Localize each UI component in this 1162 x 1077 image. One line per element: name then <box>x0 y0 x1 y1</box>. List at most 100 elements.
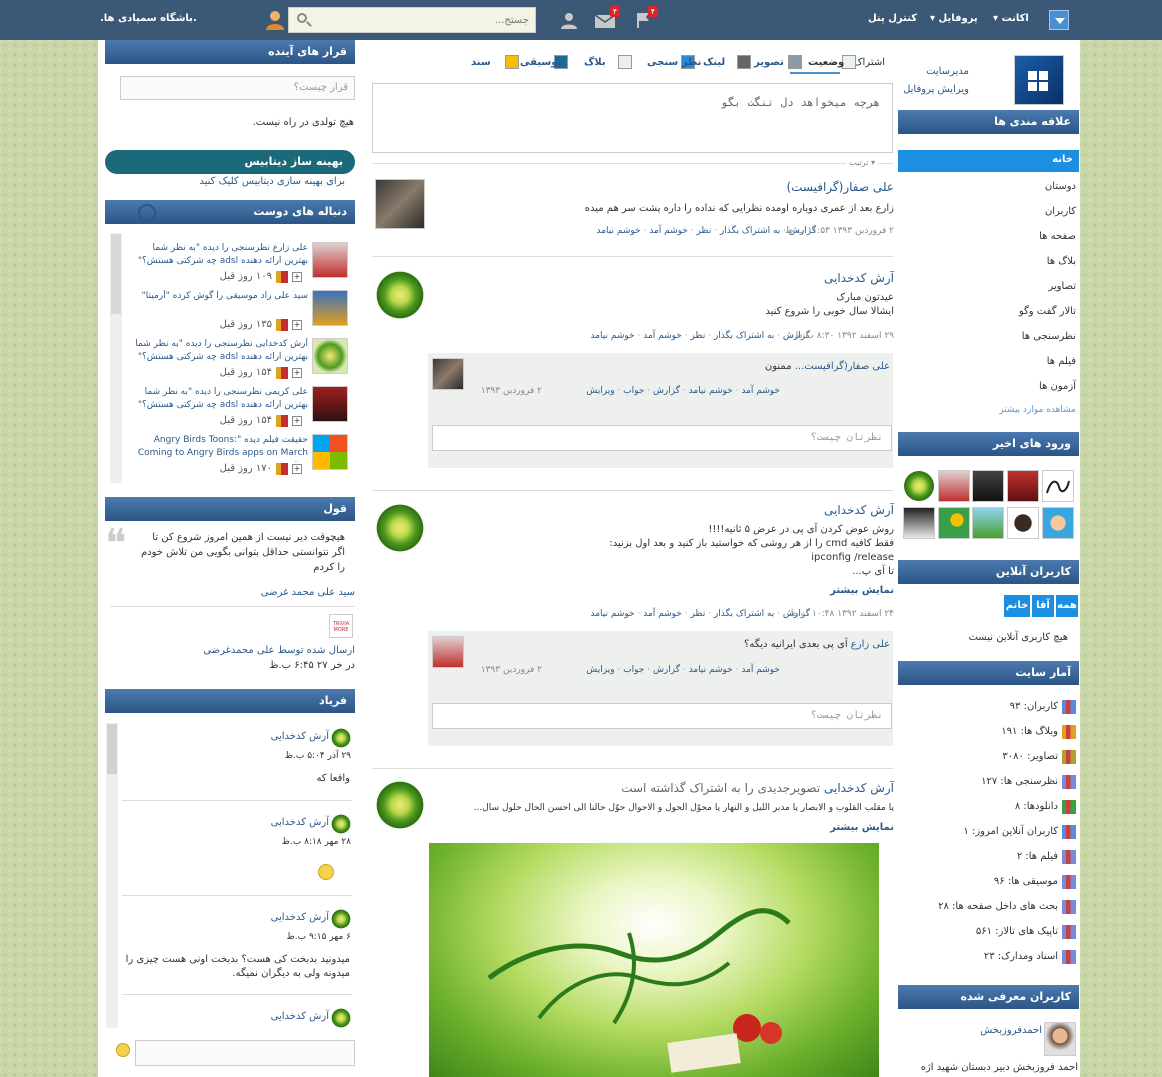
db-optimizer-button[interactable]: بهینه ساز دیتابیس <box>105 150 355 174</box>
friend-avatar[interactable] <box>312 386 348 422</box>
featured-user-avatar[interactable] <box>1044 1022 1076 1056</box>
blog-tab-icon[interactable] <box>618 55 632 69</box>
friend-activity-text[interactable]: علی زارع نظرسنجی را دیده "به نظر شما بهت… <box>130 242 308 268</box>
comment-author-name[interactable]: علی صفار(گرافیست... <box>795 361 890 372</box>
nav-friends[interactable]: دوستان <box>1045 181 1076 192</box>
comment-input[interactable]: نظرتان چیست؟ <box>432 425 892 451</box>
login-avatar-8[interactable] <box>972 507 1004 539</box>
notifications-flag-icon[interactable]: ۴ <box>632 6 658 30</box>
action-link[interactable]: جواب <box>623 665 644 675</box>
scrollbar-thumb[interactable] <box>111 234 121 314</box>
friend-requests-icon[interactable] <box>558 10 580 30</box>
quote-author-avatar[interactable]: TRIVIA MORE <box>329 614 353 638</box>
expand-button[interactable]: + <box>292 320 302 330</box>
friend-activity-text[interactable]: سید علی راد موسیقی را گوش کرده "آرمیتا" <box>130 290 308 303</box>
login-avatar-10[interactable] <box>903 507 935 539</box>
friend-avatar[interactable] <box>312 338 348 374</box>
action-link[interactable]: خوشم نیامد <box>591 331 635 341</box>
action-link[interactable]: خوشم آمد <box>643 609 682 619</box>
action-link[interactable]: خوشم نیامد <box>689 665 733 675</box>
profile-avatar[interactable] <box>1014 55 1064 105</box>
shout-scrollbar[interactable] <box>106 723 118 1028</box>
action-link[interactable]: خوشم نیامد <box>689 386 733 396</box>
gear-icon[interactable] <box>138 204 156 222</box>
online-tab-all[interactable]: همه <box>1056 595 1078 617</box>
expand-button[interactable]: + <box>292 464 302 474</box>
shout-author-avatar[interactable] <box>331 728 351 748</box>
action-link[interactable]: خوشم آمد <box>643 331 682 341</box>
post-image[interactable] <box>429 843 879 1077</box>
action-link[interactable]: ویرایش <box>586 665 614 675</box>
composer-tab-photo[interactable]: تصویر <box>754 57 784 68</box>
post-author-name[interactable]: آرش کدخدایی <box>824 781 894 795</box>
user-avatar-icon[interactable] <box>264 9 286 30</box>
composer-tab-doc[interactable]: سند <box>471 57 491 68</box>
messages-envelope-icon[interactable]: ۴ <box>594 6 620 30</box>
login-avatar-9[interactable] <box>938 507 970 539</box>
account-menu[interactable]: اکانت ▾ <box>993 13 1029 24</box>
action-link[interactable]: جواب <box>623 386 644 396</box>
featured-user-name[interactable]: احمدفروزبخش <box>980 1025 1042 1036</box>
quote-sent-by[interactable]: ارسال شده توسط علی محمدغرضی <box>203 645 355 656</box>
comment-input[interactable]: نظرتان چیست؟ <box>432 703 892 729</box>
post-author-avatar[interactable] <box>375 270 425 320</box>
action-link[interactable]: خوشم آمد <box>741 665 780 675</box>
search-input[interactable] <box>315 8 535 32</box>
friend-avatar[interactable] <box>312 434 348 470</box>
online-tab-male[interactable]: آقا <box>1032 595 1054 617</box>
composer-tab-status[interactable]: وضعیت <box>808 57 844 68</box>
login-avatar-2[interactable] <box>1007 470 1039 502</box>
post-author-avatar[interactable] <box>375 780 425 830</box>
action-link[interactable]: خوشم نیامد <box>597 226 641 236</box>
expand-button[interactable]: + <box>292 272 302 282</box>
friend-avatar[interactable] <box>312 290 348 326</box>
friend-activity-text[interactable]: حقیقت فیلم دیده ":Angry Birds Toons Comi… <box>130 434 308 462</box>
action-link[interactable]: خوشم نیامد <box>591 609 635 619</box>
shout-author-avatar[interactable] <box>331 909 351 929</box>
post-author-avatar[interactable] <box>375 179 425 229</box>
login-avatar-4[interactable] <box>938 470 970 502</box>
expand-button[interactable]: + <box>292 416 302 426</box>
online-tab-female[interactable]: خانم <box>1004 595 1030 617</box>
status-textarea[interactable]: هرچه میخواهد دل تنگت بگو <box>372 83 893 153</box>
action-link[interactable]: گزارش <box>653 386 680 396</box>
show-more-link[interactable]: نمایش بیشتر <box>830 822 894 833</box>
nav-videos[interactable]: فیلم ها <box>1047 356 1076 367</box>
expand-button[interactable]: + <box>292 368 302 378</box>
shout-author[interactable]: آرش کدخدایی <box>271 1011 329 1022</box>
control-panel-link[interactable]: کنترل پنل <box>868 13 917 24</box>
site-name[interactable]: .باشگاه سمپادی ها. <box>100 13 197 24</box>
composer-tab-link[interactable]: لینک <box>703 57 725 68</box>
composer-tab-music[interactable]: موسیقی <box>520 57 564 68</box>
comment-author-avatar[interactable] <box>432 358 464 390</box>
post-author-name[interactable]: علی صفار(گرافیست) <box>786 180 894 194</box>
post-author-name[interactable]: آرش کدخدایی <box>824 271 894 285</box>
friend-avatar[interactable] <box>312 242 348 278</box>
friend-activity-text[interactable]: علی کریمی نظرسنجی را دیده "به نظر شما به… <box>130 386 308 412</box>
show-more-link[interactable]: نمایش بیشتر <box>830 585 894 596</box>
shout-input[interactable] <box>135 1040 355 1066</box>
shout-author-avatar[interactable] <box>331 1008 351 1028</box>
post-author-avatar[interactable] <box>375 503 425 553</box>
search-box[interactable] <box>288 7 536 33</box>
search-icon[interactable] <box>297 13 307 23</box>
profile-role[interactable]: مدیرسایت <box>926 66 969 77</box>
action-link[interactable]: ویرایش <box>586 386 614 396</box>
shout-author[interactable]: آرش کدخدایی <box>271 912 329 923</box>
action-link[interactable]: خوشم آمد <box>649 226 688 236</box>
comment-author[interactable]: علی صفار(گرافیست... ممنون <box>765 361 890 372</box>
login-avatar-3[interactable] <box>972 470 1004 502</box>
action-link[interactable]: نظر <box>690 331 705 341</box>
action-link[interactable]: به اشتراک بگذار <box>720 226 780 236</box>
shout-author[interactable]: آرش کدخدایی <box>271 731 329 742</box>
login-avatar-6[interactable] <box>1042 507 1074 539</box>
profile-menu[interactable]: پروفایل ▾ <box>930 13 978 24</box>
nav-forum[interactable]: تالار گفت وگو <box>1019 306 1076 317</box>
comment-author[interactable]: علی زارع آی پی بعدی ایرانیه دیگه؟ <box>744 639 890 650</box>
nav-users[interactable]: کاربران <box>1045 206 1076 217</box>
doc-tab-icon[interactable] <box>505 55 519 69</box>
event-input[interactable]: قرار چیست؟ <box>120 76 355 100</box>
nav-quizzes[interactable]: آزمون ها <box>1039 381 1076 392</box>
action-link[interactable]: نظر <box>690 609 705 619</box>
show-more-link[interactable]: مشاهده موارد بیشتر <box>999 405 1076 415</box>
